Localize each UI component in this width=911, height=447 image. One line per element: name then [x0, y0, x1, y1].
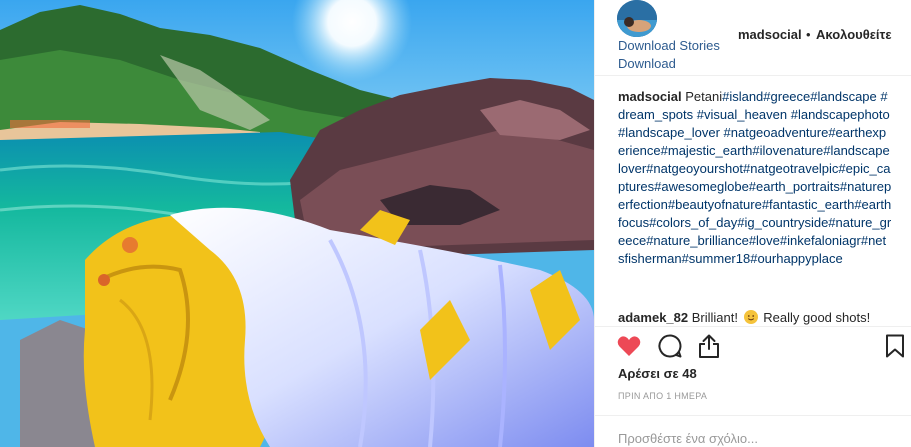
- post-photo[interactable]: [0, 0, 594, 447]
- photo-illustration: [0, 0, 594, 447]
- post-panel: Download Stories Download madsocial • Ακ…: [594, 0, 911, 447]
- smiling-face-emoji-icon: [743, 310, 758, 324]
- heart-icon: [617, 336, 641, 356]
- caption-username[interactable]: madsocial: [618, 89, 682, 104]
- post-timestamp[interactable]: ΠΡΙΝ ΑΠΟ 1 ΗΜΕΡΑ: [618, 391, 707, 401]
- likes-count[interactable]: Αρέσει σε 48: [618, 366, 697, 381]
- share-button[interactable]: [695, 332, 723, 360]
- comment-icon: [658, 334, 682, 358]
- comment-input[interactable]: [618, 428, 888, 447]
- comment-text-before-emoji: Brilliant!: [691, 310, 738, 325]
- post-header: Download Stories Download madsocial • Ακ…: [595, 0, 911, 76]
- save-button[interactable]: [881, 332, 909, 360]
- action-bar: [595, 326, 911, 362]
- comment-username[interactable]: adamek_82: [618, 310, 688, 325]
- share-icon: [699, 334, 719, 358]
- caption-text: Petani: [685, 89, 723, 104]
- following-button[interactable]: Ακολουθείτε: [816, 27, 892, 42]
- post-caption: madsocial Petani#island#greece#landscape…: [618, 88, 892, 268]
- bookmark-icon: [886, 334, 904, 358]
- download-stories-link[interactable]: Download Stories: [618, 38, 720, 53]
- avatar[interactable]: [617, 0, 657, 37]
- comment-item: adamek_82 Brilliant! Really good shots!: [618, 310, 902, 326]
- avatar-image: [617, 0, 657, 37]
- add-comment-section: [595, 415, 911, 447]
- header-username[interactable]: madsocial: [738, 27, 802, 42]
- download-link[interactable]: Download: [618, 56, 676, 71]
- header-separator-dot: •: [806, 27, 811, 42]
- caption-hashtags[interactable]: #island#greece#landscape #dream_spots #v…: [618, 89, 891, 266]
- like-button[interactable]: [615, 332, 643, 360]
- comment-button[interactable]: [656, 332, 684, 360]
- comment-text-after-emoji: Really good shots!: [763, 310, 871, 325]
